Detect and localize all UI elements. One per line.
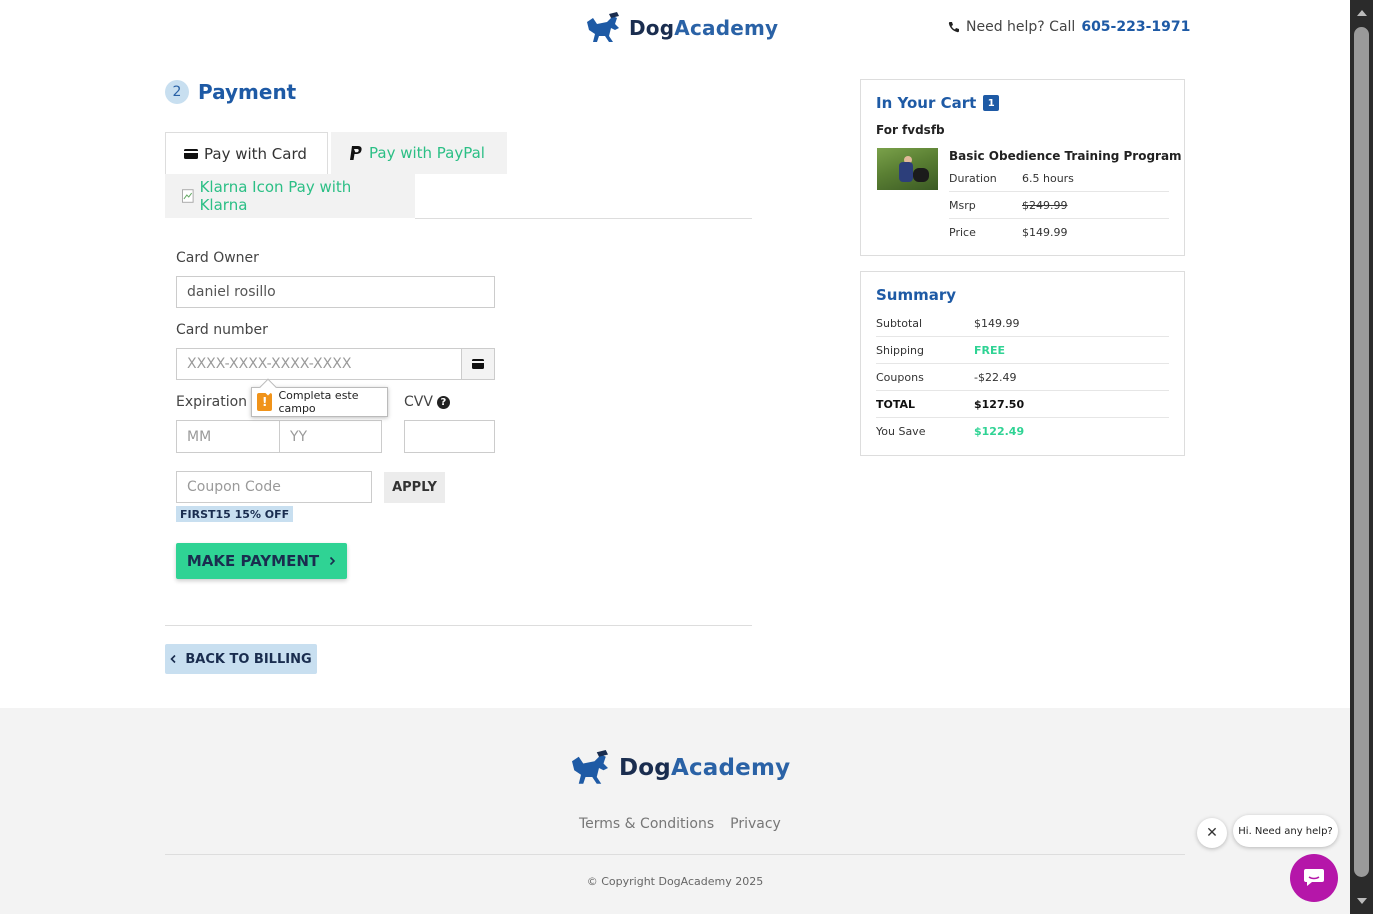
close-icon: ✕ xyxy=(1206,825,1218,841)
question-circle-icon[interactable]: ? xyxy=(436,395,450,409)
copyright: © Copyright DogAcademy 2025 xyxy=(586,875,764,888)
expiration-month-input[interactable]: MM xyxy=(176,420,280,453)
scroll-down-arrow-icon[interactable] xyxy=(1354,894,1369,908)
logo-wordmark: DogAcademy xyxy=(619,755,791,781)
make-payment-button[interactable]: MAKE PAYMENT xyxy=(176,543,347,579)
help-text: Need help? Call xyxy=(966,19,1076,35)
summary-row-shipping: Shipping FREE xyxy=(876,337,1169,364)
section-divider xyxy=(165,625,752,626)
privacy-link[interactable]: Privacy xyxy=(730,816,781,832)
row-value: -$22.49 xyxy=(974,370,1017,384)
row-key: Shipping xyxy=(876,343,924,357)
chevron-right-icon xyxy=(330,556,336,566)
cvv-label-text: CVV xyxy=(404,394,433,410)
coupon-badge: FIRST15 15% OFF xyxy=(176,506,294,522)
validation-tooltip: ! Completa este campo xyxy=(251,378,388,417)
terms-link[interactable]: Terms & Conditions xyxy=(579,816,714,832)
row-value: $122.49 xyxy=(974,425,1025,438)
row-key: Duration xyxy=(949,171,997,185)
scroll-up-arrow-icon[interactable] xyxy=(1354,6,1369,20)
product-name: Basic Obedience Training Program xyxy=(949,149,1182,163)
summary-row-subtotal: Subtotal $149.99 xyxy=(876,310,1169,337)
card-number-label: Card number xyxy=(176,322,268,338)
page-title: Payment xyxy=(198,80,297,104)
dog-logo-icon xyxy=(587,12,619,42)
tab-label: Pay with PayPal xyxy=(369,144,485,162)
summary-row-you-save: You Save $122.49 xyxy=(876,418,1169,445)
broken-image-icon xyxy=(182,189,194,203)
scrollbar-thumb[interactable] xyxy=(1354,27,1369,877)
row-value: $249.99 xyxy=(1022,198,1068,212)
expiration-label: Expiration I xyxy=(176,394,256,410)
phone-link[interactable]: 605-223-1971 xyxy=(1081,19,1190,35)
summary-row-total: TOTAL $127.50 xyxy=(876,391,1169,418)
summary-row-coupons: Coupons -$22.49 xyxy=(876,364,1169,391)
cart-panel: In Your Cart 1 For fvdsfb Basic Obedienc… xyxy=(860,79,1185,256)
footer-links: Terms & Conditions Privacy xyxy=(579,816,781,832)
credit-card-icon xyxy=(472,359,484,369)
apply-coupon-button[interactable]: APPLY xyxy=(384,472,445,503)
row-value: $149.99 xyxy=(1022,226,1068,239)
thumbnail-person xyxy=(899,162,913,182)
row-key: TOTAL xyxy=(876,397,916,411)
row-value: 6.5 hours xyxy=(1022,171,1074,185)
footer-divider xyxy=(165,854,1185,855)
chat-bubble-icon xyxy=(1304,869,1324,886)
row-key: Msrp xyxy=(949,198,976,212)
card-owner-label: Card Owner xyxy=(176,250,259,266)
row-value: FREE xyxy=(974,343,1006,357)
tabs-divider xyxy=(415,218,752,219)
thumbnail-dog xyxy=(913,168,929,182)
back-label: BACK TO BILLING xyxy=(185,651,312,667)
tab-pay-with-card[interactable]: Pay with Card xyxy=(165,132,328,174)
dog-logo-icon xyxy=(572,750,608,784)
cart-title-text: In Your Cart xyxy=(876,94,977,112)
credit-card-icon xyxy=(184,148,198,159)
back-to-billing-button[interactable]: BACK TO BILLING xyxy=(165,644,317,674)
cart-row-msrp: Msrp $249.99 xyxy=(949,192,1169,219)
summary-panel: Summary Subtotal $149.99 Shipping FREE C… xyxy=(860,271,1185,456)
tab-label: Klarna Icon Pay with Klarna xyxy=(199,178,352,214)
chat-greeting-bubble[interactable]: Hi. Need any help? xyxy=(1233,815,1338,847)
cvv-input[interactable] xyxy=(404,420,495,453)
phone-icon xyxy=(948,22,959,33)
cart-for-line: For fvdsfb xyxy=(876,123,945,137)
header-logo[interactable]: DogAcademy xyxy=(583,12,778,44)
footer-logo[interactable]: DogAcademy xyxy=(567,750,790,786)
cart-row-price: Price $149.99 xyxy=(949,219,1169,246)
chat-launcher-button[interactable] xyxy=(1290,854,1338,902)
row-key: Subtotal xyxy=(876,316,923,330)
cart-count-badge: 1 xyxy=(983,95,1000,111)
expiration-year-input[interactable]: YY xyxy=(279,420,382,453)
row-value: $149.99 xyxy=(974,316,1020,330)
paypal-icon xyxy=(350,146,362,160)
cvv-label: CVV? xyxy=(404,394,450,410)
warning-icon: ! xyxy=(257,393,273,411)
tab-pay-with-klarna[interactable]: Klarna Icon Pay with Klarna xyxy=(165,174,415,218)
cart-row-duration: Duration 6.5 hours xyxy=(949,165,1169,192)
tab-pay-with-paypal[interactable]: Pay with PayPal xyxy=(331,132,507,174)
row-value: $127.50 xyxy=(974,397,1025,411)
cart-title: In Your Cart 1 xyxy=(876,94,1000,112)
row-key: Coupons xyxy=(876,370,924,384)
tooltip-text: Completa este campo xyxy=(278,389,359,415)
row-key: You Save xyxy=(876,425,926,438)
payment-step-header: 2 Payment xyxy=(165,80,296,104)
make-payment-label: MAKE PAYMENT xyxy=(186,552,320,570)
logo-wordmark: DogAcademy xyxy=(629,16,779,40)
product-thumbnail xyxy=(877,148,938,190)
help-line: Need help? Call 605-223-1971 xyxy=(948,19,1190,35)
row-key: Price xyxy=(949,226,976,239)
tab-label: Pay with Card xyxy=(204,144,307,163)
chevron-left-icon xyxy=(170,654,176,664)
card-number-input[interactable]: XXXX-XXXX-XXXX-XXXX xyxy=(176,348,462,380)
card-type-addon xyxy=(461,348,495,380)
chat-close-button[interactable]: ✕ xyxy=(1197,818,1227,848)
summary-title: Summary xyxy=(876,286,957,304)
step-number: 2 xyxy=(165,80,189,104)
card-owner-input[interactable]: daniel rosillo xyxy=(176,276,495,308)
coupon-code-input[interactable]: Coupon Code xyxy=(176,471,372,503)
